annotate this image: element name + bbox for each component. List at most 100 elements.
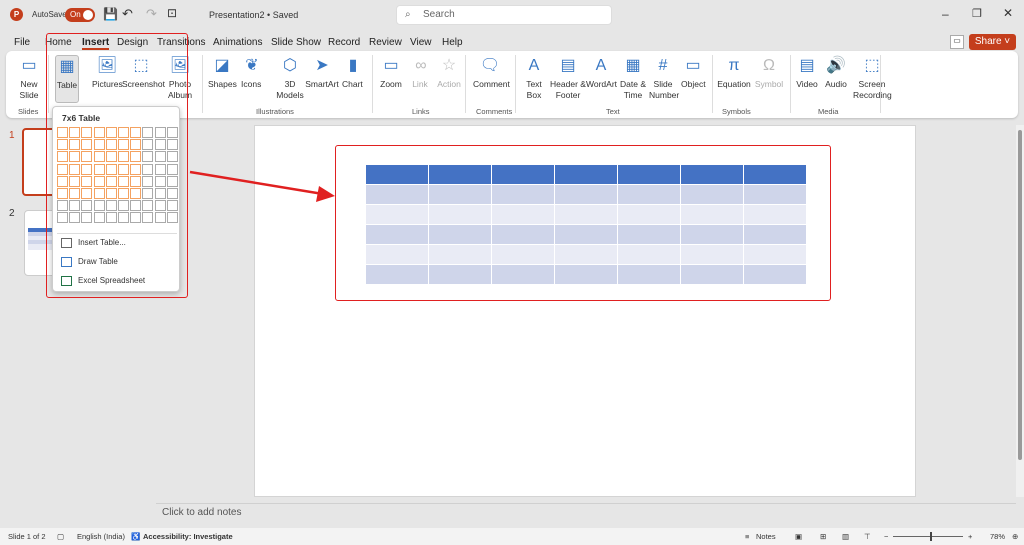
header-footer-icon: ▤ <box>560 57 576 74</box>
new-slide-button[interactable]: ▭ New Slide <box>14 55 44 101</box>
tab-review[interactable]: Review <box>369 37 402 48</box>
symbol-icon: Ω <box>763 57 775 74</box>
spelling-icon[interactable]: ▢ <box>57 528 64 545</box>
comments-icon[interactable]: ▭ <box>950 35 964 49</box>
save-icon[interactable]: 💾 <box>103 7 118 21</box>
button-label: Date & Time <box>620 79 646 100</box>
status-bar: Slide 1 of 2 ▢ English (India) ♿ Accessi… <box>0 528 1024 545</box>
zoom-out-icon[interactable]: − <box>884 528 888 545</box>
zoom-button[interactable]: ▭ Zoom <box>379 55 403 90</box>
group-separator <box>712 55 713 113</box>
button-label: Screen Recording <box>853 79 892 100</box>
link-button[interactable]: ∞ Link <box>410 55 430 90</box>
tab-animations[interactable]: Animations <box>213 37 262 48</box>
slide-number-icon: # <box>658 57 668 74</box>
wordart-icon: A <box>595 57 607 74</box>
button-label: Video <box>796 79 818 89</box>
object-button[interactable]: ▭ Object <box>681 55 706 90</box>
chart-icon: ▮ <box>348 57 358 74</box>
thumbnail-number: 1 <box>9 130 15 141</box>
autosave-toggle[interactable]: On <box>65 8 95 22</box>
slide-sorter-icon[interactable]: ⊞ <box>820 528 826 545</box>
button-label: Icons <box>241 79 262 89</box>
zoom-slider[interactable] <box>893 532 963 541</box>
zoom-in-icon[interactable]: + <box>968 528 972 545</box>
icons-icon: ❦ <box>245 57 259 74</box>
symbol-button[interactable]: Ω Symbol <box>754 55 784 90</box>
group-label: Illustrations <box>256 107 294 116</box>
tab-file[interactable]: File <box>14 37 30 48</box>
zoom-slider-thumb[interactable] <box>930 532 932 541</box>
highlight-box-insert <box>46 33 188 298</box>
notes-button[interactable]: Notes <box>756 528 776 545</box>
object-icon: ▭ <box>685 57 701 74</box>
smartart-icon: ➤ <box>315 57 329 74</box>
group-label: Links <box>412 107 430 116</box>
group-separator <box>790 55 791 113</box>
tab-record[interactable]: Record <box>328 37 360 48</box>
thumbnail-number: 2 <box>9 208 15 219</box>
new-slide-icon: ▭ <box>21 57 37 74</box>
button-label: Comment <box>473 79 510 89</box>
document-title[interactable]: Presentation2 • Saved <box>209 10 298 20</box>
tab-slide-show[interactable]: Slide Show <box>271 37 321 48</box>
minimize-icon[interactable]: – <box>942 7 949 21</box>
comment-button[interactable]: 🗨 Comment <box>473 55 510 90</box>
accessibility-icon: ♿ <box>131 532 141 541</box>
vertical-scrollbar[interactable] <box>1016 125 1024 497</box>
date-time-button[interactable]: ▦ Date & Time <box>619 55 647 101</box>
language[interactable]: English (India) <box>77 528 125 545</box>
shapes-button[interactable]: ◪ Shapes <box>208 55 237 90</box>
smartart-button[interactable]: ➤ SmartArt <box>305 55 339 90</box>
tab-help[interactable]: Help <box>442 37 463 48</box>
shapes-icon: ◪ <box>214 57 230 74</box>
button-label: Object <box>681 79 706 89</box>
equation-icon: π <box>728 57 740 74</box>
normal-view-icon[interactable]: ▣ <box>795 528 802 545</box>
present-icon[interactable]: ⊡ <box>167 6 177 20</box>
video-button[interactable]: ▤ Video <box>795 55 819 90</box>
equation-button[interactable]: π Equation <box>717 55 751 90</box>
screen-recording-button[interactable]: ⬚ Screen Recording <box>853 55 892 101</box>
chart-button[interactable]: ▮ Chart <box>342 55 363 90</box>
slide-number-button[interactable]: # Slide Number <box>649 55 680 101</box>
search-placeholder: Search <box>423 9 455 20</box>
button-label: Symbol <box>754 79 784 89</box>
scrollbar-thumb[interactable] <box>1018 130 1022 460</box>
group-separator <box>202 55 203 113</box>
button-label: Shapes <box>208 79 237 89</box>
accessibility-status[interactable]: Accessibility: Investigate <box>143 528 233 545</box>
undo-icon[interactable]: ↶ <box>122 6 133 22</box>
wordart-button[interactable]: A WordArt <box>586 55 617 90</box>
close-icon[interactable]: ✕ <box>1003 6 1013 20</box>
3d-models-icon: ⬡ <box>283 57 297 74</box>
notes-placeholder[interactable]: Click to add notes <box>162 507 242 518</box>
action-icon: ☆ <box>441 57 457 74</box>
share-button[interactable]: Share ˅ <box>969 34 1016 50</box>
button-label: Header & Footer <box>550 79 586 100</box>
text-box-button[interactable]: A Text Box <box>523 55 545 101</box>
autosave-state: On <box>70 10 81 19</box>
3d-models-button[interactable]: ⬡ 3D Models <box>275 55 305 101</box>
action-button[interactable]: ☆ Action <box>436 55 462 90</box>
button-label: Slide Number <box>649 79 680 100</box>
fit-slide-icon[interactable]: ⊕ <box>1012 528 1018 545</box>
group-separator <box>372 55 373 113</box>
video-icon: ▤ <box>799 57 815 74</box>
title-bar: P AutoSave On 💾 ↶ ↷ ⊡ Presentation2 • Sa… <box>0 0 1024 30</box>
header-footer-button[interactable]: ▤ Header & Footer <box>550 55 586 101</box>
reading-view-icon[interactable]: ▥ <box>842 528 849 545</box>
restore-icon[interactable]: ❐ <box>972 7 982 20</box>
group-separator <box>465 55 466 113</box>
notes-divider <box>156 503 1016 504</box>
slide-counter: Slide 1 of 2 <box>8 532 46 541</box>
audio-button[interactable]: 🔊 Audio <box>825 55 847 90</box>
icons-button[interactable]: ❦ Icons <box>241 55 261 90</box>
tab-view[interactable]: View <box>410 37 432 48</box>
button-label: Action <box>437 79 461 89</box>
zoom-level[interactable]: 78% <box>990 528 1005 545</box>
slideshow-icon[interactable]: ⊤ <box>864 528 871 545</box>
search-input[interactable]: ⌕ Search <box>396 5 612 25</box>
group-separator <box>515 55 516 113</box>
redo-icon[interactable]: ↷ <box>146 6 157 22</box>
